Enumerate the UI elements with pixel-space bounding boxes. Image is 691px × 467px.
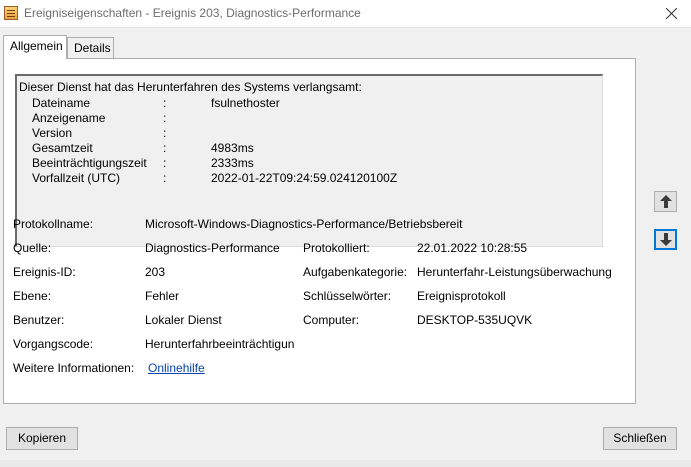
log-name-label: Protokollname: <box>13 217 94 231</box>
description-row-label: Gesamtzeit <box>32 141 93 155</box>
next-event-button[interactable] <box>654 229 677 250</box>
arrow-down-icon <box>660 233 672 246</box>
arrow-up-icon <box>660 195 672 208</box>
title-bar: Ereigniseigenschaften - Ereignis 203, Di… <box>0 0 691 28</box>
description-row-label: Dateiname <box>32 96 91 110</box>
event-id-label: Ereignis-ID: <box>13 265 76 279</box>
online-help-link[interactable]: Onlinehilfe <box>148 361 205 375</box>
level-value[interactable]: Fehler <box>145 289 179 303</box>
task-category-value[interactable]: Herunterfahr-Leistungsüberwachung <box>417 265 613 279</box>
close-icon <box>666 8 677 19</box>
opcode-value[interactable]: Herunterfahrbeeinträchtigung <box>145 337 295 351</box>
description-row-colon: : <box>163 141 167 155</box>
tab-details[interactable]: Details <box>67 37 114 58</box>
description-row-label: Anzeigename <box>32 111 106 125</box>
description-headline: Dieser Dienst hat das Herunterfahren des… <box>19 80 362 94</box>
description-row-label: Beeinträchtigungszeit <box>32 156 147 170</box>
event-id-value[interactable]: 203 <box>145 265 165 279</box>
general-tab-panel: Dieser Dienst hat das Herunterfahren des… <box>3 58 636 404</box>
log-name-value[interactable]: Microsoft-Windows-Diagnostics-Performanc… <box>145 217 462 231</box>
description-row-label: Version <box>32 126 73 140</box>
opcode-label: Vorgangscode: <box>13 337 94 351</box>
task-category-label: Aufgabenkategorie: <box>303 265 408 279</box>
description-row-label: Vorfallzeit (UTC) <box>32 171 121 185</box>
description-row-value: fsulnethoster <box>211 96 280 110</box>
description-row-colon: : <box>163 126 167 140</box>
logged-label: Protokolliert: <box>303 241 370 255</box>
copy-button[interactable]: Kopieren <box>6 427 78 450</box>
logged-value[interactable]: 22.01.2022 10:28:55 <box>417 241 613 255</box>
tab-general[interactable]: Allgemein <box>3 35 67 59</box>
more-info-label: Weitere Informationen: <box>13 361 135 375</box>
window-bottom-edge <box>0 460 691 467</box>
event-viewer-app-icon <box>4 6 18 20</box>
description-row-value: 4983ms <box>211 141 254 155</box>
window-title: Ereigniseigenschaften - Ereignis 203, Di… <box>24 6 361 20</box>
description-row-value: 2333ms <box>211 156 254 170</box>
level-label: Ebene: <box>13 289 52 303</box>
computer-value[interactable]: DESKTOP-535UQVK <box>417 313 613 327</box>
description-row-colon: : <box>163 96 167 110</box>
description-row-colon: : <box>163 171 167 185</box>
description-row-colon: : <box>163 156 167 170</box>
source-value[interactable]: Diagnostics-Performance <box>145 241 280 255</box>
keywords-value[interactable]: Ereignisprotokoll <box>417 289 613 303</box>
computer-label: Computer: <box>303 313 360 327</box>
description-row-value: 2022-01-22T09:24:59.024120100Z <box>211 171 398 185</box>
user-label: Benutzer: <box>13 313 65 327</box>
keywords-label: Schlüsselwörter: <box>303 289 392 303</box>
source-label: Quelle: <box>13 241 52 255</box>
description-row-colon: : <box>163 111 167 125</box>
close-button[interactable]: Schließen <box>603 427 677 450</box>
close-window-button[interactable] <box>651 0 691 28</box>
previous-event-button[interactable] <box>654 191 677 212</box>
user-value[interactable]: Lokaler Dienst <box>145 313 222 327</box>
